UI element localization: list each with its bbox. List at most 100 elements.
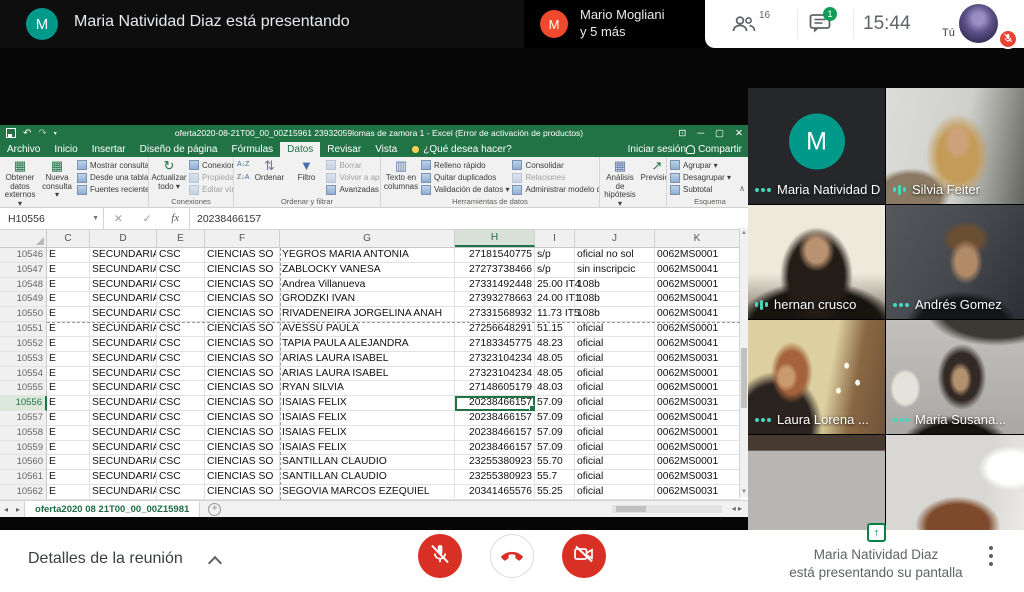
save-icon [6, 128, 16, 138]
cell-G10547: ZABLOCKY VANESA [280, 263, 455, 278]
cell-G10559: ISAIAS FELIX [280, 441, 455, 456]
tile-label: hernan crusco [755, 297, 856, 312]
tile-label: Andrés Gomez [893, 297, 1002, 312]
participants-button[interactable]: 16 [731, 13, 757, 40]
more-options-button[interactable] [989, 546, 993, 566]
cell-I10555: 48.03 [535, 381, 575, 396]
cell-E10550: CSC [157, 307, 205, 322]
cell-D10547: SECUNDARIA [90, 263, 157, 278]
column-header-c: C [47, 230, 90, 247]
cell-D10555: SECUNDARIA [90, 381, 157, 396]
cell-E10551: CSC [157, 322, 205, 337]
from-table-button: Desde una tabla [77, 171, 149, 183]
cell-D10561: SECUNDARIA [90, 470, 157, 485]
cell-J10548: 108b [575, 278, 655, 293]
cell-G10552: TAPIA PAULA ALEJANDRA [280, 337, 455, 352]
name-box-value: H10556 [8, 213, 45, 225]
row-header-10562: 10562 [0, 485, 47, 500]
remove-duplicates-icon [421, 173, 431, 183]
cell-I10558: 57.09 [535, 426, 575, 441]
cell-E10556: CSC [157, 396, 205, 411]
edit-links-button: Editar vínculos [189, 184, 234, 196]
group-button: Agrupar ▾ [670, 159, 731, 171]
cell-H10561: 23255380923 [455, 470, 535, 485]
cell-F10553: CIENCIAS SO [205, 352, 280, 367]
video-tile-participant-7[interactable] [748, 435, 885, 530]
ribbon-group-caption: Conexiones [149, 196, 233, 207]
chat-button[interactable]: 1 [809, 13, 832, 39]
scroll-down-icon: ▼ [740, 489, 748, 495]
row-header-10548: 10548 [0, 278, 47, 293]
row-header-10553: 10553 [0, 352, 47, 367]
row-header-10556: 10556 [0, 396, 47, 411]
cell-G10560: SANTILLAN CLAUDIO [280, 455, 455, 470]
active-sheet-tab: oferta2020 08 21T00_00_00Z15981 [24, 501, 200, 517]
overflow-dots-icon [893, 303, 909, 307]
participant-name: Maria Natividad Diaz [777, 182, 880, 197]
menu-tab-vista: Vista [368, 142, 404, 157]
video-tile-participant-8[interactable] [886, 435, 1024, 530]
excel-title-bar: ↶ ↷ ▾ oferta2020-08-21T00_00_00Z15961 23… [0, 125, 748, 142]
cell-G10554: ARIAS LAURA ISABEL [280, 367, 455, 382]
screen-share-icon: ↑ [867, 523, 886, 542]
table-row: 10554ESECUNDARIACSCCIENCIAS SOARIAS LAUR… [0, 367, 740, 382]
cell-E10558: CSC [157, 426, 205, 441]
video-tile-silvia-feiter[interactable]: Silvia Feiter [886, 88, 1024, 204]
cell-I10549: 24.00 IT1 [535, 292, 575, 307]
row-header-10557: 10557 [0, 411, 47, 426]
participant-thumbnail[interactable]: M Mario Mogliani y 5 más [524, 0, 705, 48]
cell-G10546: YEGROS MARIA ANTONIA [280, 248, 455, 263]
cell-C10562: E [47, 485, 90, 500]
cell-E10561: CSC [157, 470, 205, 485]
column-headers: CDEFGHIJK [0, 230, 740, 248]
bottom-bar: Detalles de la reunión [0, 530, 1024, 592]
cell-D10558: SECUNDARIA [90, 426, 157, 441]
chevron-up-icon[interactable] [208, 556, 222, 570]
cell-C10560: E [47, 455, 90, 470]
cell-J10547: sin inscripcic [575, 263, 655, 278]
participant-name: Silvia Feiter [912, 182, 980, 197]
cell-F10560: CIENCIAS SO [205, 455, 280, 470]
video-tile-maria-susana[interactable]: Maria Susana... [886, 320, 1024, 434]
row-header-10558: 10558 [0, 426, 47, 441]
cell-C10550: E [47, 307, 90, 322]
thumbnail-avatar: M [540, 10, 568, 38]
cell-K10555: 0062MS0001 [655, 381, 740, 396]
overflow-dots-icon [893, 418, 909, 422]
menu-tab-insertar: Insertar [85, 142, 133, 157]
camera-off-button[interactable] [562, 534, 606, 578]
cell-J10557: oficial [575, 411, 655, 426]
cell-K10549: 0062MS0041 [655, 292, 740, 307]
row-header-10559: 10559 [0, 441, 47, 456]
cell-D10549: SECUNDARIA [90, 292, 157, 307]
cell-J10550: 108b [575, 307, 655, 322]
cell-J10555: oficial [575, 381, 655, 396]
manage-data-model-icon [512, 185, 522, 195]
edit-links-icon [189, 185, 199, 195]
formula-bar: H10556 ▼ ✕ ✓ fx 20238466157 [0, 208, 748, 230]
meeting-controls-panel: 16 1 15:44 Tú [705, 0, 1024, 48]
mic-off-icon [428, 542, 452, 571]
tell-me-label: ¿Qué desea hacer? [423, 144, 511, 155]
column-header-d: D [90, 230, 157, 247]
redo-icon: ↷ [38, 128, 46, 139]
consolidate-icon [512, 160, 522, 170]
camera-off-icon [572, 542, 596, 571]
cell-I10546: s/p [535, 248, 575, 263]
video-tile-laura-lorena[interactable]: Laura Lorena ... [748, 320, 885, 434]
video-tile-hernan-crusco[interactable]: hernan crusco [748, 205, 885, 319]
cell-C10558: E [47, 426, 90, 441]
video-tile-andres-gomez[interactable]: Andrés Gomez [886, 205, 1024, 319]
tile-avatar: M [789, 114, 845, 170]
cell-F10548: CIENCIAS SO [205, 278, 280, 293]
hang-up-button[interactable] [490, 534, 534, 578]
meeting-details-button[interactable]: Detalles de la reunión [28, 550, 183, 568]
video-tile-maria-natividad[interactable]: M Maria Natividad Diaz [748, 88, 885, 204]
collapse-ribbon-icon: ∧ [739, 184, 745, 193]
menu-tab-f-rmulas: Fórmulas [224, 142, 280, 157]
cell-K10554: 0062MS0001 [655, 367, 740, 382]
presenter-banner-text: Maria Natividad Diaz está presentando [74, 13, 350, 31]
mute-microphone-button[interactable] [418, 534, 462, 578]
tell-me-search: ¿Qué desea hacer? [412, 142, 511, 157]
relationships-icon [512, 173, 522, 183]
